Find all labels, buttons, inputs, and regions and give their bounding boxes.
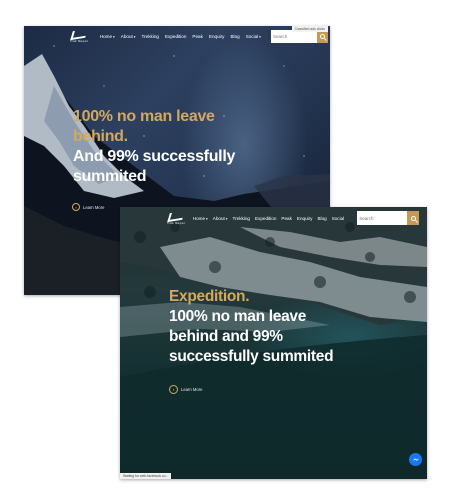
back-navbar: Trek Nepal Home ▾ About ▾ Trekking Exped… <box>24 26 330 46</box>
nav-item-enquiry[interactable]: Enquiry <box>297 216 313 221</box>
nav-item-social[interactable]: Social ▾ <box>246 34 261 39</box>
nav-menu: Home ▾ About ▾ Trekking Expedition Peak … <box>100 34 261 39</box>
nav-item-about[interactable]: About ▾ <box>121 34 136 39</box>
nav-item-enquiry[interactable]: Enquiry <box>209 34 225 39</box>
site-logo[interactable]: Trek Nepal <box>167 210 185 225</box>
front-screenshot: Trek Nepal Home ▾ About ▾ Trekking Exped… <box>120 207 427 479</box>
browser-tooltip: Classified ads clicks <box>291 26 328 32</box>
messenger-chat-button[interactable] <box>409 453 422 466</box>
messenger-icon <box>412 457 419 461</box>
nav-item-peak[interactable]: Peak <box>192 34 202 39</box>
search-bar <box>357 211 420 225</box>
nav-item-trekking[interactable]: Trekking <box>142 34 159 39</box>
hero-line-2: 100% no man leave <box>169 308 307 325</box>
nav-item-social[interactable]: Social <box>332 216 345 221</box>
hero-heading: 100% no man leave behind. And 99% succes… <box>73 107 235 187</box>
nav-item-home[interactable]: Home ▾ <box>100 34 115 39</box>
front-navbar: Trek Nepal Home ▾ About ▾ Trekking Exped… <box>120 207 427 229</box>
learn-more-label: Learn More <box>181 387 203 392</box>
learn-more-link[interactable]: › Learn More <box>169 385 202 394</box>
nav-item-blog[interactable]: Blog <box>317 216 326 221</box>
nav-item-expedition[interactable]: Expedition <box>165 34 186 39</box>
nav-menu: Home ▾ About ▾ Trekking Expedition Peak … <box>193 216 344 221</box>
search-icon <box>319 33 325 39</box>
nav-item-home[interactable]: Home ▾ <box>193 216 208 221</box>
chevron-down-icon: ▾ <box>112 34 115 39</box>
hero-line-4: successfully summited <box>169 348 334 365</box>
nav-item-blog[interactable]: Blog <box>230 34 239 39</box>
chevron-down-icon: ▾ <box>132 34 136 39</box>
search-button[interactable] <box>407 211 420 225</box>
hero-line-1: 100% no man leave <box>73 108 215 125</box>
play-icon: › <box>169 385 178 394</box>
browser-status-bar: Waiting for web.facebook.co... <box>120 473 172 479</box>
search-icon <box>410 215 416 221</box>
chevron-down-icon: ▾ <box>224 216 228 221</box>
hero-heading: Expedition. 100% no man leave behind and… <box>169 287 334 367</box>
nav-item-about[interactable]: About ▾ <box>213 216 228 221</box>
hero-line-3: And 99% successfully <box>73 148 236 165</box>
hero-line-4: summited <box>73 168 147 185</box>
play-icon: › <box>72 203 80 211</box>
learn-more-link[interactable]: › Learn More <box>72 203 104 211</box>
site-logo[interactable]: Trek Nepal <box>70 28 88 43</box>
hero-line-2: behind. <box>73 128 128 145</box>
hero-line-3: behind and 99% <box>169 328 283 345</box>
nav-item-peak[interactable]: Peak <box>281 216 291 221</box>
learn-more-label: Learn More <box>83 204 105 210</box>
nav-item-expedition[interactable]: Expedition <box>255 216 276 221</box>
hero-line-1: Expedition. <box>169 288 250 305</box>
chevron-down-icon: ▾ <box>205 216 208 221</box>
chevron-down-icon: ▾ <box>258 34 261 39</box>
nav-item-trekking[interactable]: Trekking <box>233 216 250 221</box>
search-input[interactable] <box>357 211 408 225</box>
